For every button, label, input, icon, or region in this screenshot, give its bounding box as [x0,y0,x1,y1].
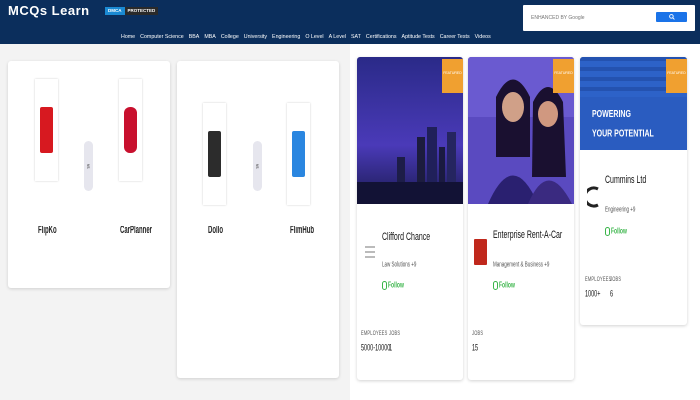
banner-text-2: YOUR POTENTIAL [592,129,654,140]
nav-o-level[interactable]: O Level [305,33,323,41]
jobs-value: 15 [472,344,479,354]
nav-certifications[interactable]: Certifications [366,33,397,41]
enterprise-logo-icon [474,239,487,265]
follow-label: Follow [499,280,515,291]
clifford-chance-logo-icon [364,246,375,258]
follow-label: Follow [388,280,404,291]
nav-career-tests[interactable]: Career Tests [440,33,470,41]
flipkart-logo-icon [40,107,53,153]
employer-category: Law Solutions +9 [382,260,417,268]
nav-home[interactable]: Home [121,33,135,41]
employees-value: 5000-10000 [361,344,391,354]
cummins-logo-icon [586,186,599,208]
company-name-left[interactable]: Dollo [208,226,223,237]
company-logo-left [203,103,226,205]
employer-card[interactable]: POWERING YOUR POTENTIAL FEATURED Cummins… [580,57,687,325]
employer-category: Management & Business +9 [493,260,550,268]
company-name-right[interactable]: CarPlanner [120,226,152,237]
employees-value: 1000+ [585,290,601,300]
nav-aptitude-tests[interactable]: Aptitude Tests [402,33,435,41]
nav-university[interactable]: University [244,33,267,41]
protected-label: PROTECTED [124,7,159,15]
jobs-value: 6 [610,290,614,300]
jobs-label: JOBS [472,329,484,337]
follow-icon [493,281,498,290]
nav-mba[interactable]: MBA [204,33,215,41]
company-name-right[interactable]: FlimHub [290,226,314,237]
employer-name[interactable]: Clifford Chance [382,232,430,243]
employees-label: EMPLOYEES [361,329,388,337]
follow-icon [605,227,610,236]
dmca-label: DMCA [105,7,125,15]
featured-badge: FEATURED [666,59,687,93]
site-logo[interactable]: MCQs Learn [8,3,90,18]
featured-badge: FEATURED [442,59,463,93]
search-icon [668,14,675,20]
comparison-card[interactable]: vs Dollo FlimHub [177,61,339,378]
employer-name[interactable]: Enterprise Rent-A-Car [493,230,562,241]
company-logo-right [287,103,310,205]
company-logo-right [119,79,142,181]
banner-text: POWERING [592,105,631,126]
nav-sat[interactable]: SAT [351,33,361,41]
nav-computer-science[interactable]: Computer Science [140,33,184,41]
jobs-label: JOBS [610,275,622,283]
company-name-left[interactable]: FlipKo [38,226,57,237]
follow-icon [382,281,387,290]
flimhub-logo-icon [292,131,305,177]
employer-logo [474,227,487,277]
search-box [523,5,695,31]
employer-card[interactable]: FEATURED Clifford Chance Law Solutions +… [357,57,463,380]
site-header: MCQs Learn DMCA PROTECTED Home Computer … [0,0,700,44]
search-input[interactable] [531,12,669,23]
vs-badge: vs [253,141,262,191]
follow-label: Follow [611,226,627,237]
zomato-logo-icon [124,107,137,153]
nav-engineering[interactable]: Engineering [272,33,300,41]
employees-label: EMPLOYEES [585,275,612,283]
comparison-card[interactable]: vs FlipKo CarPlanner [8,61,170,288]
vs-badge: vs [84,141,93,191]
employer-card[interactable]: FEATURED Enterprise Rent-A-Car Managemen… [468,57,574,380]
employer-category: Engineering +9 [605,205,636,213]
banner-line-1: POWERING [592,109,631,121]
nav-college[interactable]: College [221,33,239,41]
dollo-logo-icon [208,131,221,177]
featured-badge: FEATURED [553,59,574,93]
jobs-label: JOBS [389,329,401,337]
nav-videos[interactable]: Videos [475,33,491,41]
dmca-badge[interactable]: DMCA PROTECTED [105,7,159,15]
jobs-value: 1 [389,344,393,354]
follow-button[interactable]: Follow [605,227,627,236]
search-button[interactable] [656,12,687,22]
nav-bba[interactable]: BBA [189,33,200,41]
employer-logo [363,227,376,277]
company-logo-left [35,79,58,181]
employer-logo [586,172,599,222]
follow-button[interactable]: Follow [382,281,404,290]
main-nav: Home Computer Science BBA MBA College Un… [121,33,491,41]
nav-a-level[interactable]: A Level [329,33,346,41]
employer-name[interactable]: Cummins Ltd [605,175,646,186]
follow-button[interactable]: Follow [493,281,515,290]
